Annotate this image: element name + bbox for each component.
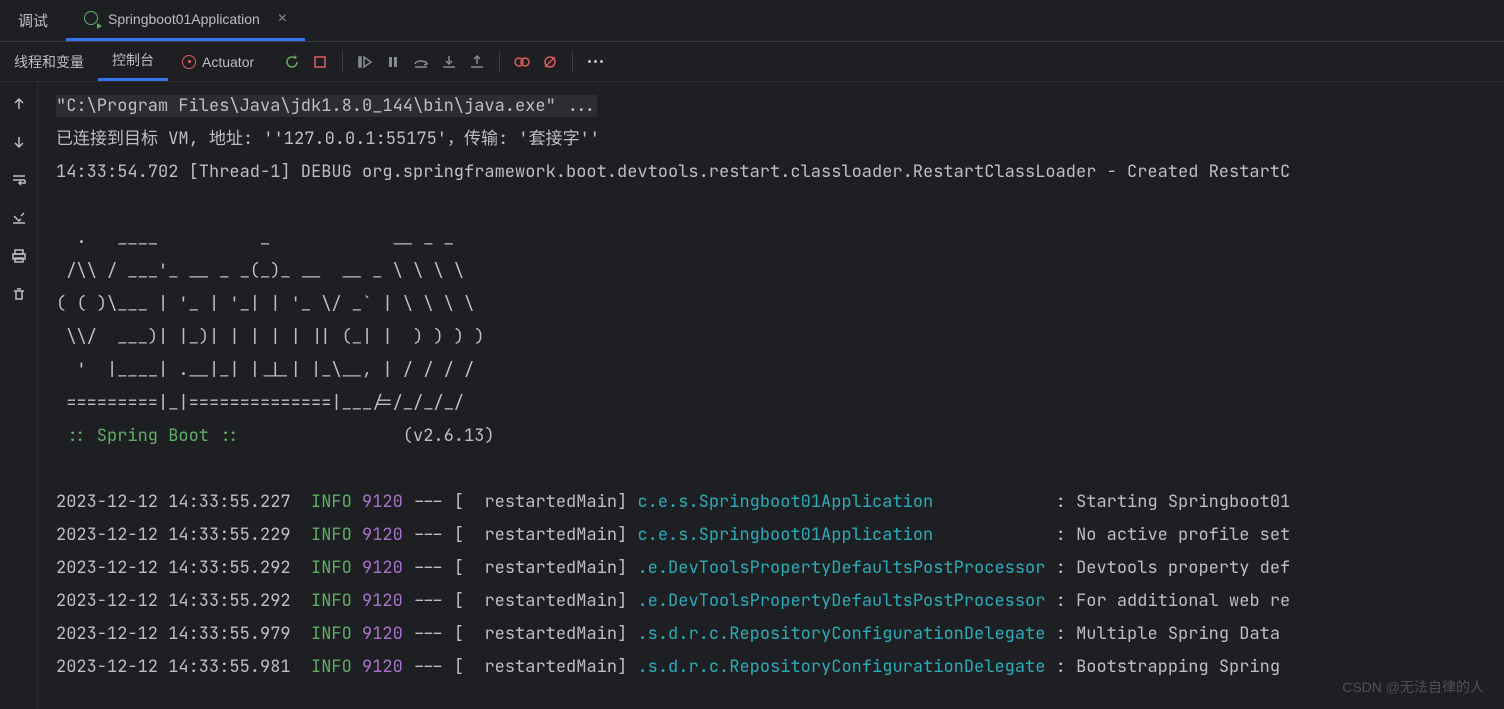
log-sep: --- [ <box>403 524 485 546</box>
debug-tab[interactable]: 调试 <box>0 0 66 41</box>
command-line: "C:\Program Files\Java\jdk1.8.0_144\bin\… <box>56 95 597 117</box>
log-msg: Multiple Spring Data <box>1076 623 1290 645</box>
log-ts: 2023-12-12 14:33:55.979 <box>56 623 291 645</box>
scroll-to-end-icon[interactable] <box>7 206 31 230</box>
clear-icon[interactable] <box>7 282 31 306</box>
banner-line: . ____ _ __ _ _ <box>56 227 454 249</box>
log-pid: 9120 <box>362 590 403 612</box>
log-thread: restartedMain] <box>484 656 637 678</box>
close-icon[interactable]: × <box>278 10 287 28</box>
log-class: .e.DevToolsPropertyDefaultsPostProcessor <box>637 557 1045 579</box>
log-thread: restartedMain] <box>484 590 637 612</box>
log-colon: : <box>1045 590 1076 612</box>
watermark: CSDN @无法自律的人 <box>1342 677 1484 697</box>
separator <box>572 51 573 73</box>
tab-threads-vars[interactable]: 线程和变量 <box>0 42 98 81</box>
log-pid: 9120 <box>362 656 403 678</box>
log-msg: No active profile set <box>1076 524 1290 546</box>
log-msg: Bootstrapping Spring <box>1076 656 1290 678</box>
step-into-button[interactable] <box>435 48 463 76</box>
spring-boot-version: (v2.6.13) <box>250 425 495 447</box>
log-pid: 9120 <box>362 623 403 645</box>
banner-line: =========|_|==============|___/=/_/_/_/ <box>56 392 464 414</box>
log-ts: 2023-12-12 14:33:55.981 <box>56 656 291 678</box>
debug-tab-label: 调试 <box>18 10 48 31</box>
log-level: INFO <box>311 623 352 645</box>
log-level: INFO <box>311 590 352 612</box>
console-output[interactable]: "C:\Program Files\Java\jdk1.8.0_144\bin\… <box>38 82 1504 709</box>
banner-line: ( ( )\___ | '_ | '_| | '_ \/ _` | \ \ \ … <box>56 293 474 315</box>
log-pid: 9120 <box>362 557 403 579</box>
tool-view-tabs: 线程和变量 控制台 Actuator <box>0 42 268 81</box>
log-sep: --- [ <box>403 590 485 612</box>
tab-actuator[interactable]: Actuator <box>168 42 268 81</box>
debug-log-line: 14:33:54.702 [Thread-1] DEBUG org.spring… <box>56 161 1290 183</box>
banner-line: ' |____| .__|_| |_|_| |_\__, | / / / / <box>56 359 474 381</box>
log-level: INFO <box>311 656 352 678</box>
spring-boot-label: :: Spring Boot :: <box>56 425 250 447</box>
separator <box>342 51 343 73</box>
log-class: c.e.s.Springboot01Application <box>637 524 1045 546</box>
threads-vars-label: 线程和变量 <box>14 52 84 72</box>
log-ts: 2023-12-12 14:33:55.229 <box>56 524 291 546</box>
actuator-label: Actuator <box>202 54 254 70</box>
log-level: INFO <box>311 557 352 579</box>
run-config-tab[interactable]: Springboot01Application × <box>66 0 305 41</box>
run-config-tabs: 调试 Springboot01Application × <box>0 0 1504 42</box>
log-thread: restartedMain] <box>484 557 637 579</box>
log-pid: 9120 <box>362 491 403 513</box>
log-class: .s.d.r.c.RepositoryConfigurationDelegate <box>637 656 1045 678</box>
log-pid: 9120 <box>362 524 403 546</box>
log-colon: : <box>1045 656 1076 678</box>
log-ts: 2023-12-12 14:33:55.292 <box>56 557 291 579</box>
log-thread: restartedMain] <box>484 623 637 645</box>
scroll-up-icon[interactable] <box>7 92 31 116</box>
actuator-icon <box>182 55 196 69</box>
main-content: "C:\Program Files\Java\jdk1.8.0_144\bin\… <box>0 82 1504 709</box>
pause-button[interactable] <box>379 48 407 76</box>
log-class: c.e.s.Springboot01Application <box>637 491 1045 513</box>
banner-line: \\/ ___)| |_)| | | | | || (_| | ) ) ) ) <box>56 326 484 348</box>
log-ts: 2023-12-12 14:33:55.227 <box>56 491 291 513</box>
tab-console[interactable]: 控制台 <box>98 42 168 81</box>
log-thread: restartedMain] <box>484 524 637 546</box>
log-msg: Starting Springboot01 <box>1076 491 1290 513</box>
banner-line: /\\ / ___'_ __ _ _(_)_ __ __ _ \ \ \ \ <box>56 260 464 282</box>
connected-line: 已连接到目标 VM, 地址: ''127.0.0.1:55175'，传输: '套… <box>56 128 600 150</box>
stop-button[interactable] <box>306 48 334 76</box>
mute-breakpoints-button[interactable] <box>536 48 564 76</box>
log-sep: --- [ <box>403 491 485 513</box>
view-breakpoints-button[interactable] <box>508 48 536 76</box>
log-colon: : <box>1045 491 1076 513</box>
more-options-button[interactable] <box>581 48 609 76</box>
log-colon: : <box>1045 557 1076 579</box>
log-class: .e.DevToolsPropertyDefaultsPostProcessor <box>637 590 1045 612</box>
log-colon: : <box>1045 623 1076 645</box>
soft-wrap-icon[interactable] <box>7 168 31 192</box>
print-icon[interactable] <box>7 244 31 268</box>
log-msg: Devtools property def <box>1076 557 1290 579</box>
run-config-label: Springboot01Application <box>108 11 260 27</box>
step-over-button[interactable] <box>407 48 435 76</box>
log-level: INFO <box>311 491 352 513</box>
resume-button[interactable] <box>351 48 379 76</box>
log-sep: --- [ <box>403 557 485 579</box>
log-sep: --- [ <box>403 623 485 645</box>
log-msg: For additional web re <box>1076 590 1290 612</box>
console-side-toolbar <box>0 82 38 709</box>
scroll-down-icon[interactable] <box>7 130 31 154</box>
debug-toolbar: 线程和变量 控制台 Actuator <box>0 42 1504 82</box>
log-level: INFO <box>311 524 352 546</box>
log-class: .s.d.r.c.RepositoryConfigurationDelegate <box>637 623 1045 645</box>
log-ts: 2023-12-12 14:33:55.292 <box>56 590 291 612</box>
separator <box>499 51 500 73</box>
console-label: 控制台 <box>112 50 154 70</box>
rerun-button[interactable] <box>278 48 306 76</box>
run-config-icon <box>84 11 100 27</box>
step-out-button[interactable] <box>463 48 491 76</box>
log-thread: restartedMain] <box>484 491 637 513</box>
log-sep: --- [ <box>403 656 485 678</box>
log-colon: : <box>1045 524 1076 546</box>
